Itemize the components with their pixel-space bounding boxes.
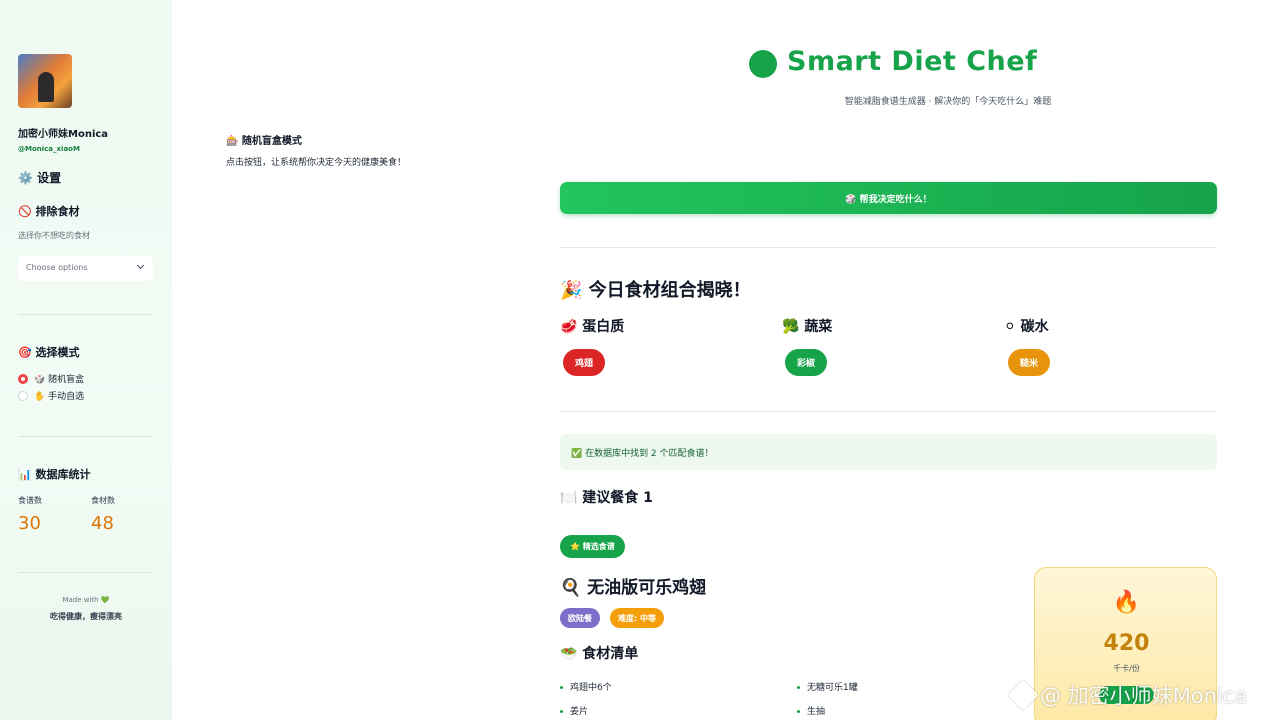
list-item: 鸡翅中6个 [560, 680, 612, 693]
stat-recipes: 食谱数 30 [18, 495, 42, 534]
fire-icon: 🔥 [1112, 590, 1141, 615]
app-subtitle: 智能减脂食谱生成器 · 解决你的「今天吃什么」难题 [844, 97, 1052, 107]
user-handle[interactable]: @Monica_xiaoM [18, 145, 80, 153]
radio-label: 🎲 随机盲盒 [34, 375, 85, 385]
category-carb: ⚪ 碳水 [1004, 319, 1049, 335]
radio-random-mode[interactable]: 🎲 随机盲盒 [18, 372, 84, 385]
radio-selected-icon[interactable] [18, 373, 28, 384]
database-stats-heading: 📊 数据库统计 [18, 468, 91, 481]
divider [560, 247, 1217, 248]
calorie-value: 420 [1103, 631, 1150, 656]
user-name: 加密小师妹Monica [18, 129, 109, 140]
list-item: 无糖可乐1罐 [797, 680, 858, 693]
ingredient-pill-protein: 鸡翅 [563, 349, 605, 376]
mode-description: 点击按钮，让系统帮你决定今天的健康美食！ [226, 158, 407, 168]
divider [560, 411, 1217, 412]
watermark-text: @ 加密小师妹Monica [1040, 684, 1248, 708]
stat-label: 食谱数 [18, 496, 42, 505]
radio-unselected-icon[interactable] [18, 390, 28, 401]
mode-heading: 🎯 选择模式 [18, 346, 80, 359]
divider [18, 572, 153, 573]
sidebar: 加密小师妹Monica @Monica_xiaoM ⚙️ 设置 🚫 排除食材 选… [0, 0, 172, 720]
difficulty-tag: 难度: 中等 [610, 608, 664, 628]
exclude-ingredients-help: 选择你不想吃的食材 [18, 231, 90, 240]
cuisine-tag: 欧陆餐 [560, 608, 600, 628]
meal-heading: 🍽️ 建议餐食 1 [560, 490, 653, 506]
reveal-heading: 🎉 今日食材组合揭晓！ [560, 280, 751, 301]
ingredients-heading: 🥗 食材清单 [560, 646, 639, 662]
chevron-down-icon [136, 261, 145, 270]
watermark-logo-icon [1007, 679, 1039, 711]
list-item: 姜片 [560, 704, 588, 717]
made-with-text: Made with 💚 [62, 596, 110, 604]
stat-value: 48 [91, 513, 114, 534]
stat-label: 食材数 [91, 496, 115, 505]
mode-title: 🎰 随机盲盒模式 [226, 136, 302, 147]
stat-ingredients: 食材数 48 [91, 495, 115, 534]
divider [18, 314, 153, 315]
list-item: 生抽 [797, 704, 825, 717]
radio-label: ✋ 手动自选 [34, 392, 85, 402]
category-vegetable: 🥦 蔬菜 [782, 319, 833, 335]
dish-title: 🍳 无油版可乐鸡翅 [560, 578, 707, 598]
decide-button[interactable]: 🎲 帮我决定吃什么！ [560, 182, 1217, 214]
exclude-ingredients-heading: 🚫 排除食材 [18, 205, 80, 218]
app-title: Smart Diet Chef [787, 46, 1038, 77]
exclude-ingredients-select[interactable]: Choose options [18, 256, 153, 281]
category-protein: 🥩 蛋白质 [560, 319, 625, 335]
radio-manual-mode[interactable]: ✋ 手动自选 [18, 389, 84, 402]
select-placeholder: Choose options [26, 263, 88, 272]
avatar[interactable] [18, 54, 72, 108]
stat-value: 30 [18, 513, 41, 534]
settings-heading: ⚙️ 设置 [18, 171, 62, 185]
ingredient-pill-vegetable: 彩椒 [785, 349, 827, 376]
calorie-unit: 千卡/份 [1113, 664, 1140, 673]
logo-icon [749, 50, 777, 78]
ingredient-pill-carb: 糙米 [1008, 349, 1050, 376]
divider [18, 436, 153, 437]
slogan-text: 吃得健康，瘦得漂亮 [50, 612, 122, 621]
found-recipes-alert: ✅ 在数据库中找到 2 个匹配食谱！ [560, 434, 1217, 470]
watermark: @ 加密小师妹Monica [1007, 679, 1248, 711]
featured-badge: ⭐ 精选食谱 [560, 535, 625, 558]
